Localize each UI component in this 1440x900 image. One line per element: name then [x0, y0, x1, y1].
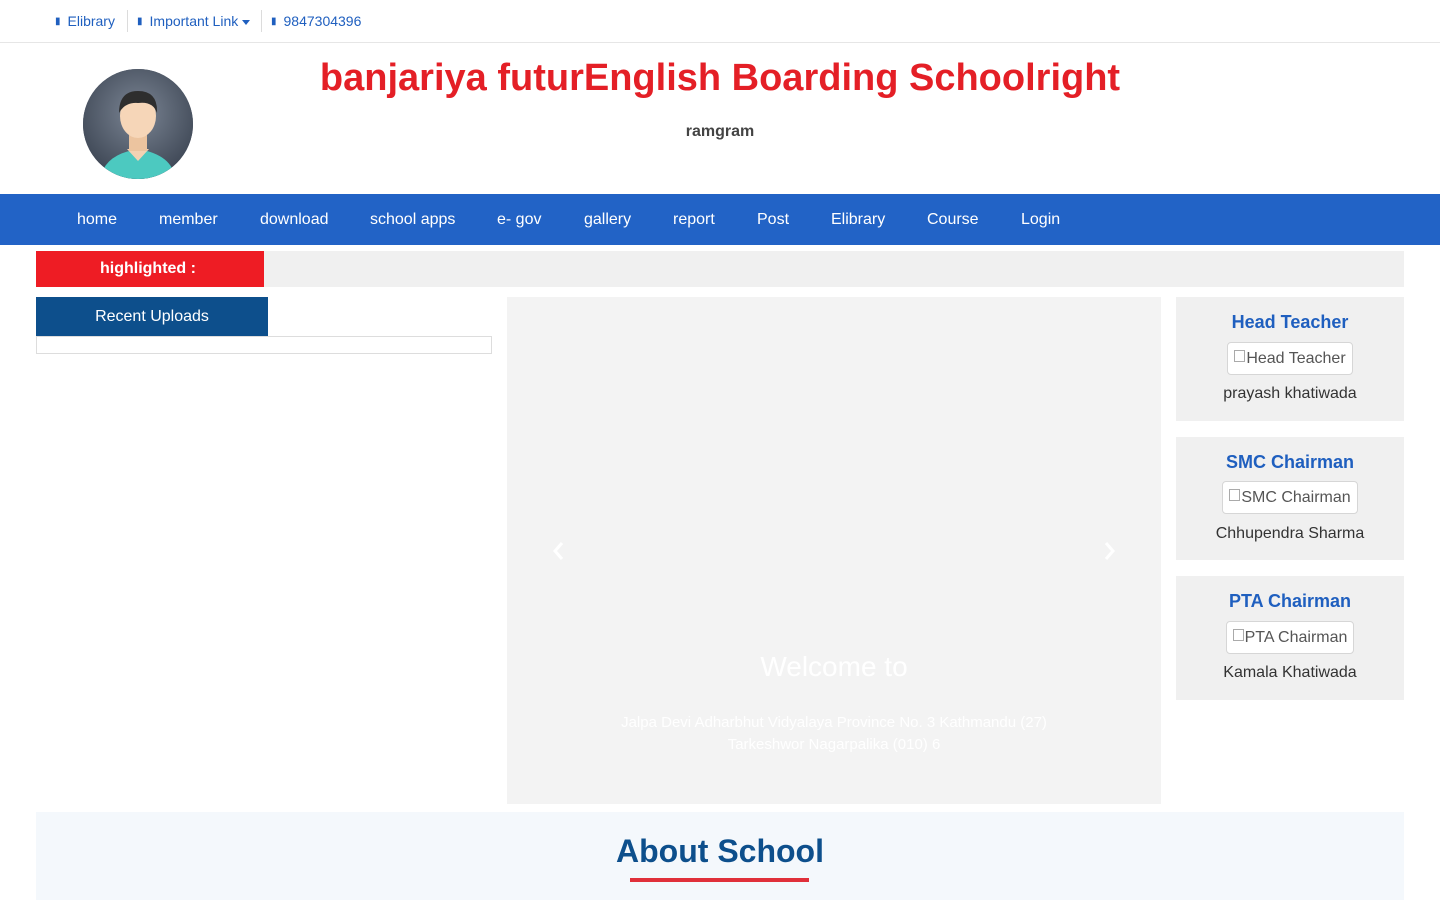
image-carousel: Welcome to Jalpa Devi Adharbhut Vidyalay… [507, 297, 1161, 804]
recent-uploads-heading: Recent Uploads [36, 297, 268, 337]
phone-link[interactable]: ▮ 9847304396 [271, 0, 361, 42]
nav-download[interactable]: download [260, 194, 329, 245]
link-icon: ▮ [137, 15, 143, 27]
phone-icon: ▮ [271, 15, 277, 27]
chevron-right-icon [1104, 542, 1115, 560]
nav-e-gov[interactable]: e- gov [497, 194, 541, 245]
caret-down-icon [242, 19, 251, 25]
carousel-next-button[interactable] [1100, 537, 1120, 565]
broken-image-icon [1229, 488, 1241, 501]
carousel-caption-text: Jalpa Devi Adharbhut Vidyalaya Province … [621, 714, 1047, 753]
recent-uploads-list [36, 336, 492, 354]
broken-image-icon [1232, 628, 1244, 641]
staff-photo-alt: Head Teacher [1246, 349, 1346, 367]
school-title: banjariya futurEnglish Boarding Schoolri… [319, 57, 1121, 99]
about-heading: About School [616, 833, 824, 869]
nav-school-apps[interactable]: school apps [370, 194, 455, 245]
nav-gallery[interactable]: gallery [584, 194, 631, 245]
phone-number: 9847304396 [283, 13, 362, 29]
nav-report[interactable]: report [673, 194, 715, 245]
important-link-dropdown[interactable]: ▮ Important Link [137, 0, 251, 42]
staff-name: Chhupendra Sharma [1215, 525, 1365, 542]
staff-role: SMC Chairman [1225, 452, 1355, 472]
staff-role: PTA Chairman [1228, 591, 1352, 611]
staff-photo: PTA Chairman [1226, 621, 1354, 654]
carousel-caption-title: Welcome to [760, 651, 908, 682]
staff-card-head-teacher: Head Teacher Head Teacher prayash khatiw… [1176, 297, 1404, 421]
staff-card-pta-chairman: PTA Chairman PTA Chairman Kamala Khatiwa… [1176, 576, 1404, 700]
staff-name: Kamala Khatiwada [1223, 664, 1357, 681]
divider [261, 10, 262, 32]
highlight-label: highlighted : [36, 251, 264, 287]
main-nav: home member download school apps e- gov … [0, 194, 1440, 245]
staff-photo: SMC Chairman [1222, 481, 1358, 514]
book-icon: ▮ [55, 15, 61, 27]
staff-photo-alt: SMC Chairman [1241, 488, 1351, 506]
nav-post[interactable]: Post [757, 194, 789, 245]
nav-member[interactable]: member [159, 194, 218, 245]
important-link-label: Important Link [149, 13, 239, 29]
top-bar: ▮ Elibrary ▮ Important Link ▮ 9847304396 [0, 0, 1440, 43]
nav-login[interactable]: Login [1021, 194, 1060, 245]
broken-image-icon [1234, 349, 1246, 362]
staff-role: Head Teacher [1231, 312, 1349, 332]
staff-photo: Head Teacher [1227, 342, 1353, 375]
heading-underline [630, 878, 809, 882]
staff-card-smc-chairman: SMC Chairman SMC Chairman Chhupendra Sha… [1176, 437, 1404, 560]
nav-course[interactable]: Course [927, 194, 979, 245]
school-subtitle: ramgram [685, 123, 755, 140]
staff-photo-alt: PTA Chairman [1244, 628, 1348, 646]
divider [127, 10, 128, 32]
chevron-left-icon [553, 542, 564, 560]
carousel-prev-button[interactable] [548, 537, 568, 565]
nav-home[interactable]: home [77, 194, 117, 245]
elibrary-top-link[interactable]: ▮ Elibrary [55, 0, 115, 42]
about-section: About School [36, 812, 1404, 900]
elibrary-top-label: Elibrary [67, 13, 115, 29]
nav-elibrary[interactable]: Elibrary [831, 194, 885, 245]
staff-name: prayash khatiwada [1223, 385, 1357, 402]
